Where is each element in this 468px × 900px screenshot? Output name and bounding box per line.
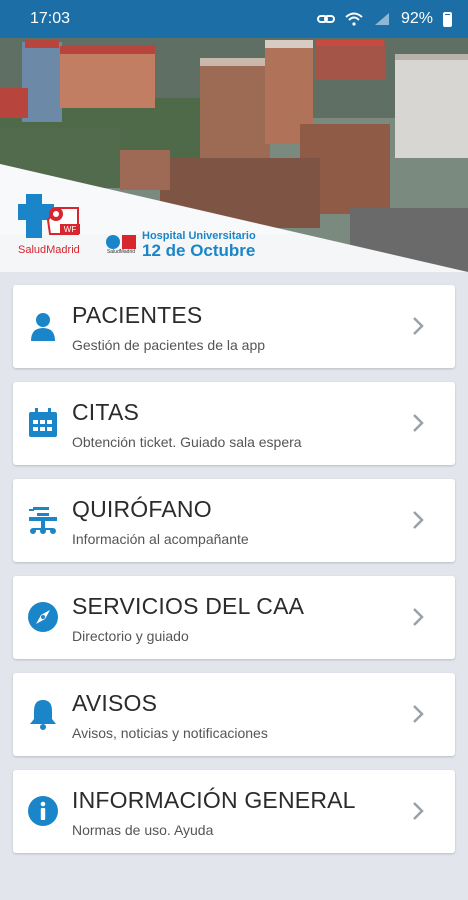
menu-item-title: AVISOS: [72, 690, 158, 716]
menu-item-avisos[interactable]: AVISOS Avisos, noticias y notificaciones: [13, 673, 455, 756]
menu-item-pacientes[interactable]: PACIENTES Gestión de pacientes de la app: [13, 285, 455, 368]
status-bar: 17:03 92%: [0, 0, 468, 38]
menu-item-title: QUIRÓFANO: [72, 496, 212, 522]
saludmadrid-logo: WF SaludMadrid: [18, 190, 84, 260]
wifi-icon: [345, 12, 363, 26]
menu-item-servicios-caa[interactable]: SERVICIOS DEL CAA Directorio y guiado: [13, 576, 455, 659]
menu-item-subtitle: Directorio y guiado: [72, 628, 189, 644]
menu-item-subtitle: Gestión de pacientes de la app: [72, 337, 266, 353]
chevron-right-icon: [413, 608, 424, 626]
signal-icon: [374, 13, 389, 25]
status-time: 17:03: [30, 10, 71, 27]
small-saludmadrid-label: SaludMadrid: [106, 249, 136, 256]
menu-item-subtitle: Avisos, noticias y notificaciones: [72, 725, 268, 741]
small-saludmadrid-mark: SaludMadrid: [104, 235, 138, 255]
menu-item-subtitle: Normas de uso. Ayuda: [72, 822, 214, 838]
menu-item-subtitle: Información al acompañante: [72, 531, 249, 547]
main-menu: PACIENTES Gestión de pacientes de la app…: [13, 285, 455, 867]
chevron-right-icon: [413, 802, 424, 820]
app-logo-mark: WF: [18, 194, 80, 238]
menu-item-title: CITAS: [72, 399, 140, 425]
menu-item-subtitle: Obtención ticket. Guiado sala espera: [72, 434, 302, 450]
operating-table-icon: [27, 504, 59, 536]
link-icon: [316, 15, 335, 23]
info-icon: [27, 795, 59, 827]
person-icon: [27, 310, 59, 342]
hospital-logo: SaludMadrid Hospital Universitario 12 de…: [104, 230, 256, 261]
menu-item-informacion-general[interactable]: INFORMACIÓN GENERAL Normas de uso. Ayuda: [13, 770, 455, 853]
hospital-name-line2: 12 de Octubre: [142, 241, 256, 261]
chevron-right-icon: [413, 511, 424, 529]
compass-icon: [27, 601, 59, 633]
chevron-right-icon: [413, 705, 424, 723]
saludmadrid-label: SaludMadrid: [18, 244, 80, 256]
hospital-header-image: WF SaludMadrid SaludMadrid Hospital Univ…: [0, 38, 468, 272]
menu-item-quirofano[interactable]: QUIRÓFANO Información al acompañante: [13, 479, 455, 562]
menu-item-title: INFORMACIÓN GENERAL: [72, 787, 356, 813]
logo-badge-text: WF: [64, 225, 77, 234]
bell-icon: [27, 698, 59, 730]
status-icons: 92%: [316, 10, 452, 28]
menu-item-citas[interactable]: CITAS Obtención ticket. Guiado sala espe…: [13, 382, 455, 465]
chevron-right-icon: [413, 414, 424, 432]
menu-item-title: PACIENTES: [72, 302, 203, 328]
battery-percent: 92%: [400, 10, 433, 27]
chevron-right-icon: [413, 317, 424, 335]
menu-item-title: SERVICIOS DEL CAA: [72, 593, 305, 619]
battery-icon: [443, 11, 452, 27]
calendar-icon: [27, 407, 59, 439]
